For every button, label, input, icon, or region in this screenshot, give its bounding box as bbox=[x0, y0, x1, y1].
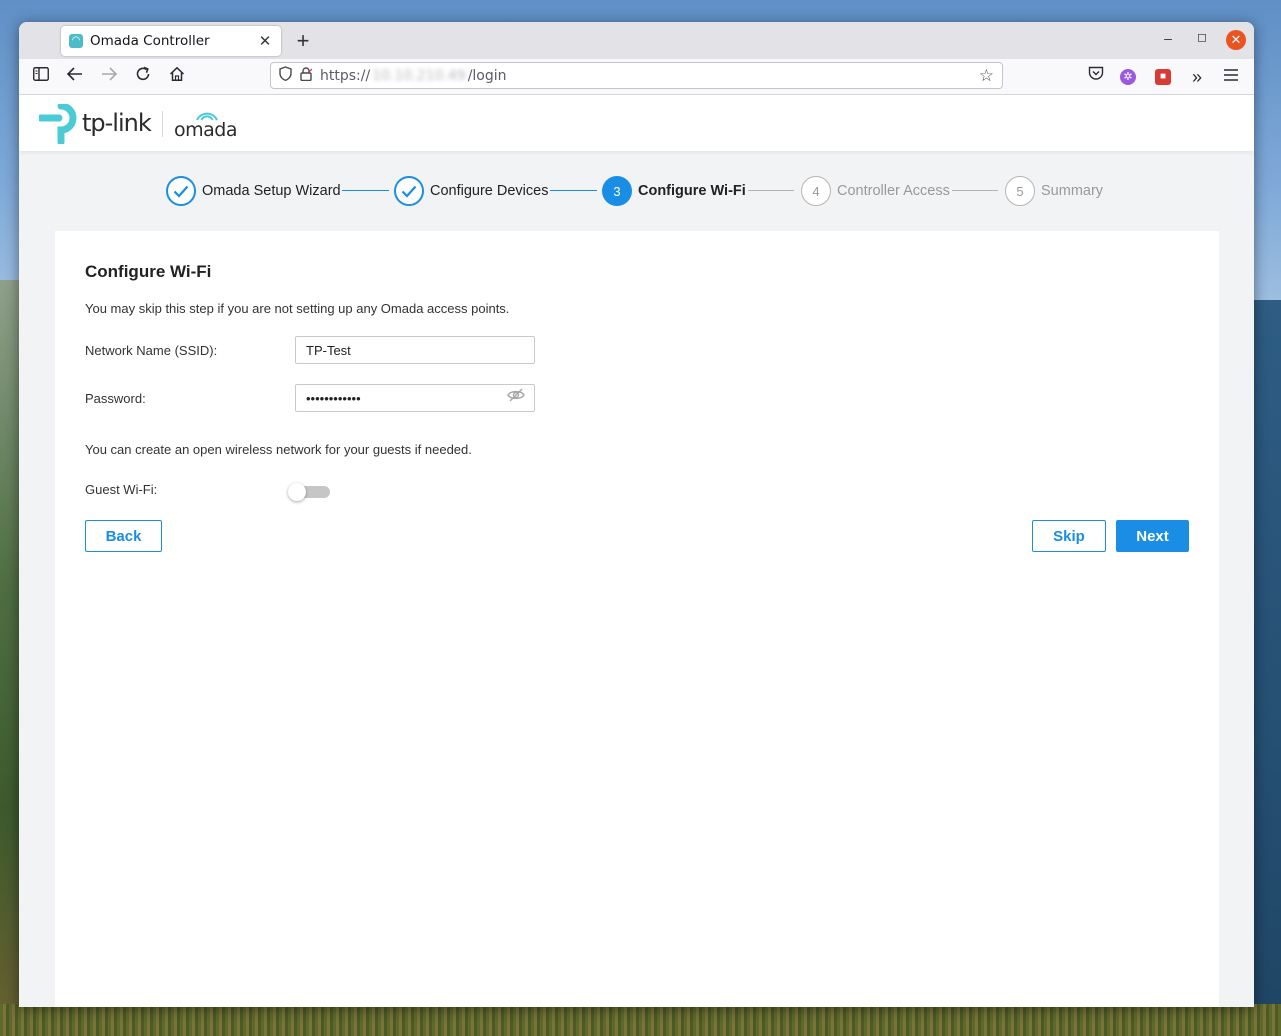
url-bar[interactable]: https:// 10.10.210.49 /login ☆ bbox=[270, 62, 1003, 89]
setup-stepper: Omada Setup Wizard Configure Devices 3 C… bbox=[19, 175, 1254, 207]
password-label: Password: bbox=[85, 391, 146, 406]
step-label: Omada Setup Wizard bbox=[202, 183, 341, 199]
step-label: Configure Wi-Fi bbox=[638, 183, 746, 199]
step-summary: 5 Summary bbox=[1005, 175, 1103, 207]
step-number: 3 bbox=[602, 176, 632, 206]
page-title: Configure Wi-Fi bbox=[85, 262, 212, 281]
step-configure-wifi: 3 Configure Wi-Fi bbox=[602, 175, 746, 207]
step-label: Summary bbox=[1041, 183, 1104, 199]
extension-badge-icon[interactable]: ■ bbox=[1155, 69, 1171, 85]
brand-name: tp-link bbox=[82, 109, 152, 137]
url-path: /login bbox=[467, 67, 507, 84]
toggle-knob bbox=[288, 483, 306, 501]
desktop-background-grass bbox=[0, 1004, 1281, 1036]
navigation-bar: https:// 10.10.210.49 /login ☆ ✲ ■ » bbox=[19, 59, 1254, 95]
extension-snowflake-icon[interactable]: ✲ bbox=[1120, 69, 1136, 85]
step-setup-wizard: Omada Setup Wizard bbox=[166, 175, 341, 207]
step-connector bbox=[342, 190, 389, 191]
step-controller-access: 4 Controller Access bbox=[801, 175, 950, 207]
step-number: 4 bbox=[801, 176, 831, 206]
ssid-label: Network Name (SSID): bbox=[85, 343, 218, 358]
check-icon bbox=[166, 176, 196, 206]
minimize-button[interactable]: – bbox=[1157, 30, 1179, 46]
maximize-button[interactable]: ◻ bbox=[1191, 30, 1213, 44]
home-icon[interactable] bbox=[166, 66, 188, 88]
hide-password-eye-icon[interactable] bbox=[507, 386, 525, 404]
check-icon bbox=[394, 176, 424, 206]
back-button[interactable]: Back bbox=[85, 520, 162, 552]
bookmark-star-icon[interactable]: ☆ bbox=[979, 66, 994, 86]
reload-icon[interactable] bbox=[132, 66, 154, 88]
tab-close-icon[interactable]: ✕ bbox=[257, 32, 273, 50]
omada-favicon-icon: ◠ bbox=[69, 34, 83, 48]
lock-icon[interactable] bbox=[300, 66, 313, 85]
step-number: 5 bbox=[1005, 176, 1035, 206]
step-connector bbox=[550, 190, 597, 191]
tp-link-logo-icon bbox=[39, 104, 77, 144]
ssid-input[interactable] bbox=[295, 336, 535, 364]
close-window-button[interactable]: ✕ bbox=[1226, 30, 1246, 50]
url-scheme: https:// bbox=[320, 67, 371, 84]
guest-wifi-toggle[interactable] bbox=[288, 483, 330, 501]
tab-title: Omada Controller bbox=[90, 33, 210, 49]
app-header: tp-link omada bbox=[19, 95, 1254, 151]
logo-divider bbox=[162, 111, 163, 137]
guest-wifi-label: Guest Wi-Fi: bbox=[85, 482, 158, 497]
password-input[interactable] bbox=[295, 384, 535, 412]
step-connector bbox=[748, 190, 794, 191]
next-button[interactable]: Next bbox=[1116, 520, 1189, 552]
step-label: Configure Devices bbox=[430, 183, 549, 199]
new-tab-button[interactable]: + bbox=[291, 28, 315, 54]
browser-window: ◠ Omada Controller ✕ + – ◻ ✕ https:// 10… bbox=[19, 22, 1254, 1007]
step-label: Controller Access bbox=[837, 183, 950, 199]
product-name: omada bbox=[174, 119, 237, 141]
step-connector bbox=[952, 190, 998, 191]
forward-arrow-icon[interactable] bbox=[98, 66, 120, 88]
hamburger-menu-icon[interactable] bbox=[1220, 66, 1242, 88]
step-configure-devices: Configure Devices bbox=[394, 175, 548, 207]
url-host: 10.10.210.49 bbox=[372, 67, 466, 84]
skip-button[interactable]: Skip bbox=[1032, 520, 1106, 552]
tab-strip: ◠ Omada Controller ✕ + – ◻ ✕ bbox=[19, 22, 1254, 59]
browser-tab[interactable]: ◠ Omada Controller ✕ bbox=[61, 26, 281, 56]
pocket-icon[interactable] bbox=[1085, 66, 1107, 88]
tracking-shield-icon[interactable] bbox=[279, 66, 292, 85]
guest-network-note: You can create an open wireless network … bbox=[85, 442, 472, 457]
wifi-config-card: Configure Wi-Fi You may skip this step i… bbox=[55, 231, 1219, 1007]
overflow-chevron-icon[interactable]: » bbox=[1186, 66, 1208, 88]
main-content: Omada Setup Wizard Configure Devices 3 C… bbox=[19, 151, 1254, 1007]
back-arrow-icon[interactable] bbox=[64, 66, 86, 88]
sidebar-toggle-icon[interactable] bbox=[30, 66, 52, 88]
skip-description: You may skip this step if you are not se… bbox=[85, 301, 510, 316]
